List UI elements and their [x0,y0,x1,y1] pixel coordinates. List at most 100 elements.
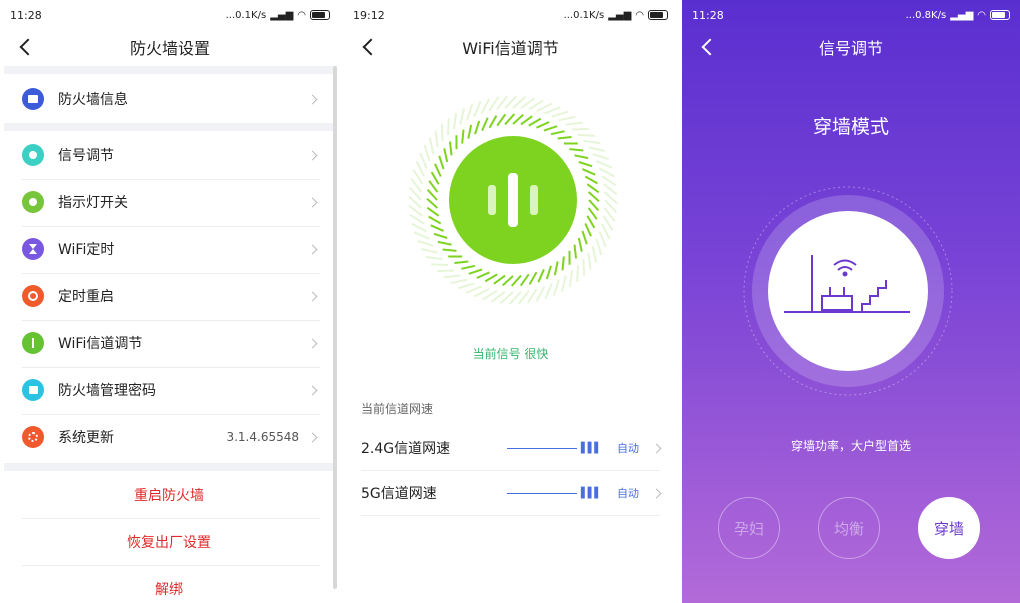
ring-tick [440,124,444,141]
ring-tick [473,100,482,118]
ring-tick [473,287,490,298]
light-bulb-icon [22,191,44,213]
signal-icon: ▂▄▆ [950,9,974,21]
mode-balanced-button[interactable]: 均衡 [818,497,880,559]
unbind-button[interactable]: 解绑 [4,566,334,603]
signal-adjust-icon [22,144,44,166]
hourglass-icon [22,238,44,260]
chevron-right-icon [651,488,662,498]
ring-tick [537,269,545,283]
channel-bar-right-icon [530,185,538,215]
ring-tick [454,260,469,265]
ring-tick [568,270,574,288]
router-info-icon [22,88,44,110]
ring-tick [457,282,475,290]
ring-tick [415,160,426,177]
ring-tick [578,133,595,137]
menu-item-admin-password[interactable]: 防火墙管理密码 [4,367,334,413]
menu-item-firewall-info[interactable]: 防火墙信息 [4,76,334,122]
ring-tick [536,121,550,129]
channel-row-5g[interactable]: 5G信道网速 ▌▌▌ 自动 [361,471,662,515]
mode-pregnant-button[interactable]: 孕妇 [718,497,780,559]
ring-tick [468,268,483,275]
chevron-right-icon [307,291,318,301]
wall-mode-graphic [740,183,956,399]
mode-description: 穿墙功率，大户型首选 [790,439,911,453]
ring-tick [431,263,448,267]
mode-wall-penetration-button[interactable]: 穿墙 [918,497,980,559]
ring-tick [428,215,442,225]
speed-bars-icon: ▌▌▌ [580,487,602,499]
ring-tick [448,141,453,156]
network-speed: ...0.8K/s [905,9,947,21]
channel-row-24g[interactable]: 2.4G信道网速 ▌▌▌ 自动 [361,426,662,470]
wifi-icon: ◠ [635,9,644,21]
status-time: 11:28 [692,8,724,22]
ring-tick [419,152,428,169]
ring-tick [528,117,542,127]
ring-tick [528,271,538,285]
menu-item-wifi-timer[interactable]: WiFi定时 [4,226,334,272]
ring-tick [544,106,561,115]
ring-tick [481,117,489,131]
ring-tick [433,232,448,239]
status-indicators: ...0.1K/s ▂▄▆ ◠ [226,10,330,21]
back-button[interactable] [361,36,381,58]
ring-tick [557,135,572,140]
ring-tick [438,155,445,170]
status-indicators: ...0.8K/s ▂▄▆ ◠ [906,10,1010,21]
menu-item-scheduled-reboot[interactable]: 定时重启 [4,273,334,319]
ring-tick [430,171,440,185]
ring-tick [586,215,596,229]
ring-tick [581,230,588,245]
ring-tick [551,110,569,118]
ring-tick [544,282,553,300]
ring-tick [558,115,576,122]
ring-tick [519,273,530,287]
firewall-settings-screen: 11:28 ...0.1K/s ▂▄▆ ◠ 防火墙设置 防火墙信息 信号调节 指… [0,0,340,603]
menu-item-system-update[interactable]: 系统更新 3.1.4.65548 [4,414,334,460]
ring-tick [600,223,611,240]
page-title: 信号调节 [818,39,883,58]
menu-item-label: 信号调节 [58,148,114,164]
channel-label: 2.4G信道网速 [361,441,451,457]
ring-tick [474,120,481,135]
menu-item-signal-adjust[interactable]: 信号调节 [4,132,334,178]
update-icon [22,426,44,448]
back-button[interactable] [18,36,38,58]
menu-item-indicator-light[interactable]: 指示灯开关 [4,179,334,225]
ring-tick [488,115,498,129]
channel-label: 5G信道网速 [361,486,437,502]
ring-tick [461,264,476,270]
ring-tick [459,108,465,125]
ring-tick [437,269,454,273]
scrollbar[interactable] [333,66,337,589]
ring-tick [561,256,565,271]
menu-item-label: 系统更新 [58,430,114,446]
current-signal-status: 当前信号 很快 [472,347,549,361]
status-time: 19:12 [353,8,385,22]
ring-tick [552,279,560,296]
wifi-channel-screen: 19:12 ...0.1K/s ▂▄▆ ◠ WiFi信道调节 当前信号 很快 当… [343,0,678,603]
center-disk [768,211,928,371]
channel-bar-center-icon [508,173,518,227]
channel-icon [22,332,44,354]
speed-line [506,447,577,449]
factory-reset-button[interactable]: 恢复出厂设置 [4,519,334,565]
back-button[interactable] [700,36,720,58]
ring-tick [595,238,603,256]
menu-item-channel-adjust[interactable]: WiFi信道调节 [4,320,334,366]
ring-tick [565,121,583,126]
ring-tick [587,207,598,220]
channel-mode: 自动 [617,487,639,500]
ring-tick [582,259,586,276]
signal-ring-graphic [408,95,618,305]
chevron-right-icon [307,150,318,160]
ring-tick [484,273,498,283]
reboot-firewall-button[interactable]: 重启防火墙 [4,472,334,518]
chevron-right-icon [651,443,662,453]
ring-tick [577,237,583,252]
section-gap [4,123,334,131]
status-indicators: ...0.1K/s ▂▄▆ ◠ [564,10,668,21]
channel-bar-left-icon [488,185,496,215]
